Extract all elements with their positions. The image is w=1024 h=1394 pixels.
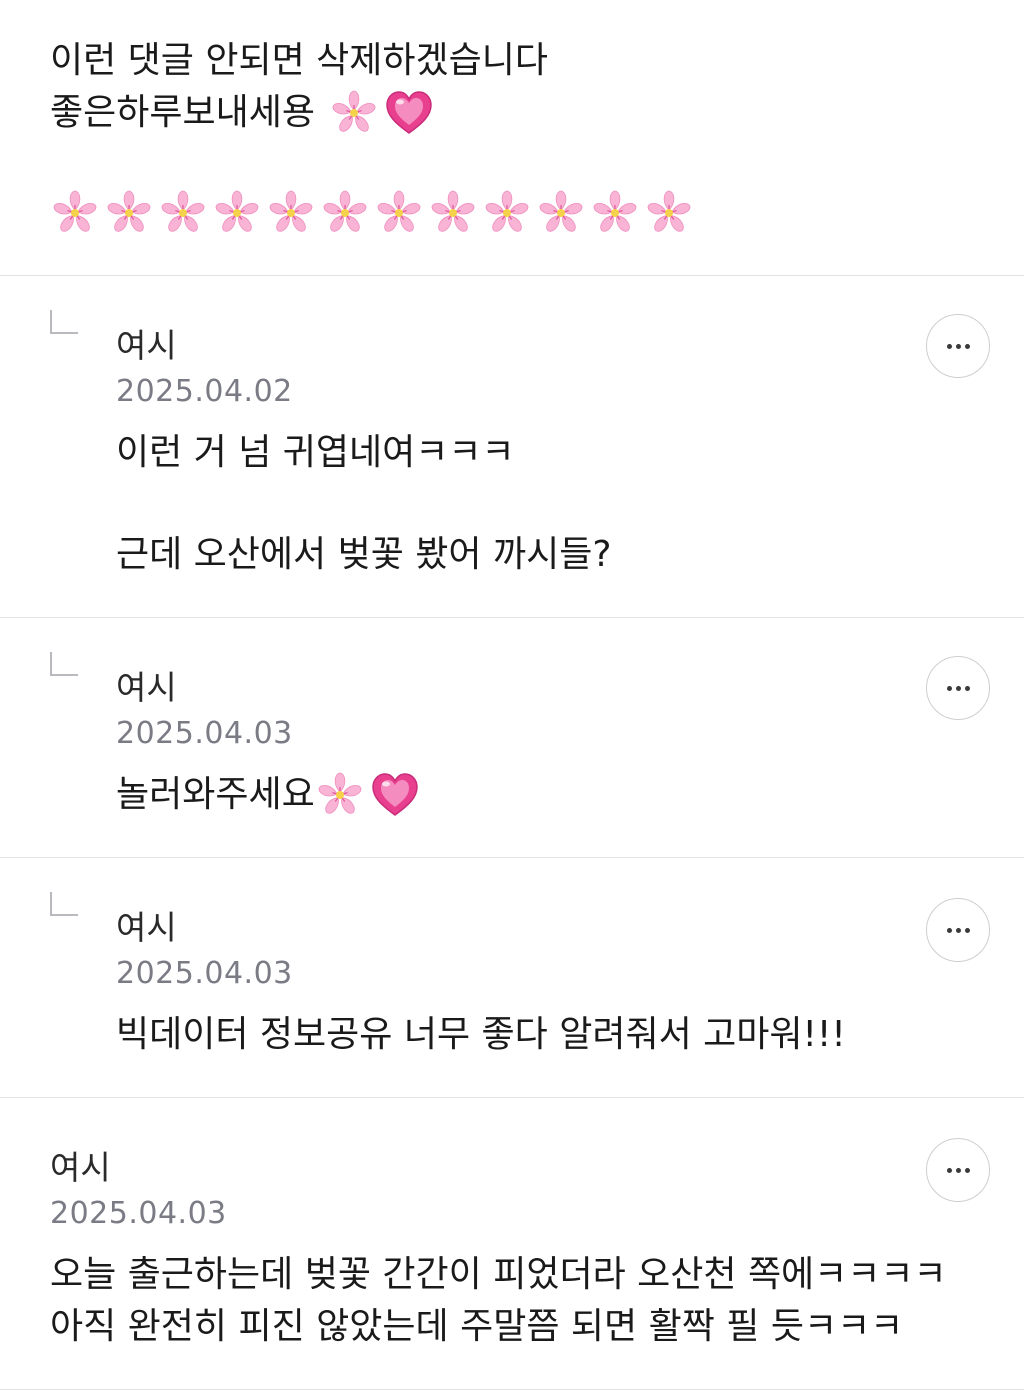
reply-indicator-icon xyxy=(50,892,78,916)
comment-text-line-1: 빅데이터 정보공유 너무 좋다 알려줘서 고마워!!! xyxy=(116,1014,846,1055)
more-dots-icon xyxy=(946,685,970,691)
comment-author: 여시 xyxy=(116,908,177,947)
comment-text-line-1: 이런 거 넘 귀엽네여ㅋㅋㅋ xyxy=(116,432,515,473)
cherry-blossom-icon xyxy=(316,772,363,817)
reply-indicator-icon xyxy=(50,310,78,334)
cherry-blossom-icon xyxy=(51,190,99,235)
comment-text-row: 놀러와주세요 xyxy=(116,770,419,820)
cherry-blossom-icon xyxy=(267,190,315,235)
more-options-button[interactable] xyxy=(926,656,990,720)
cherry-blossom-icon xyxy=(330,90,378,135)
more-options-button[interactable] xyxy=(926,1138,990,1202)
cherry-blossom-icon xyxy=(645,190,693,235)
comment-1: 여시 2025.04.02 이런 거 넘 귀엽네여ㅋㅋㅋ 근데 오산에서 벚꽃 … xyxy=(0,276,1024,617)
post-text-line-1: 이런 댓글 안되면 삭제하겠습니다 xyxy=(50,40,549,81)
comment-text-line-1: 오늘 출근하는데 벚꽃 간간이 피었더라 오산천 쪽에ㅋㅋㅋㅋ xyxy=(50,1254,947,1295)
more-options-button[interactable] xyxy=(926,898,990,962)
comment-date: 2025.04.02 xyxy=(116,374,293,409)
heart-icon xyxy=(386,91,432,134)
cherry-blossom-icon xyxy=(483,190,531,235)
comment-text-line-2: 아직 완전히 피진 않았는데 주말쯤 되면 활짝 필 듯ㅋㅋㅋ xyxy=(50,1306,904,1347)
post-body: 이런 댓글 안되면 삭제하겠습니다 좋은하루보내세용 xyxy=(0,0,1024,275)
comment-4: 여시 2025.04.03 오늘 출근하는데 벚꽃 간간이 피었더라 오산천 쪽… xyxy=(0,1098,1024,1389)
cherry-blossom-icon xyxy=(159,190,207,235)
cherry-blossom-icon xyxy=(429,190,477,235)
post-text-line-2: 좋은하루보내세용 xyxy=(50,92,315,133)
comment-author: 여시 xyxy=(116,326,177,365)
cherry-blossom-icon xyxy=(591,190,639,235)
more-dots-icon xyxy=(946,343,970,349)
cherry-blossom-icon xyxy=(105,190,153,235)
cherry-blossom-icon xyxy=(375,190,423,235)
comment-author: 여시 xyxy=(116,668,177,707)
heart-icon xyxy=(371,773,418,816)
cherry-blossom-icon xyxy=(321,190,369,235)
divider xyxy=(0,1389,1024,1390)
reply-indicator-icon xyxy=(50,652,78,676)
comment-2: 여시 2025.04.03 놀러와주세요 xyxy=(0,618,1024,857)
comment-author: 여시 xyxy=(50,1148,111,1187)
comment-text-line-1: 놀러와주세요 xyxy=(116,774,315,815)
cherry-blossom-icon xyxy=(537,190,585,235)
more-dots-icon xyxy=(946,1167,970,1173)
post-text-line-2-row: 좋은하루보내세용 xyxy=(50,88,433,138)
comment-date: 2025.04.03 xyxy=(116,956,293,991)
comment-3: 여시 2025.04.03 빅데이터 정보공유 너무 좋다 알려줘서 고마워!!… xyxy=(0,858,1024,1097)
comment-text-line-3: 근데 오산에서 벚꽃 봤어 까시들? xyxy=(116,534,612,575)
cherry-blossom-icon xyxy=(213,190,261,235)
comment-date: 2025.04.03 xyxy=(116,716,293,751)
comment-date: 2025.04.03 xyxy=(50,1196,227,1231)
more-dots-icon xyxy=(946,927,970,933)
more-options-button[interactable] xyxy=(926,314,990,378)
cherry-blossom-row xyxy=(50,188,694,238)
